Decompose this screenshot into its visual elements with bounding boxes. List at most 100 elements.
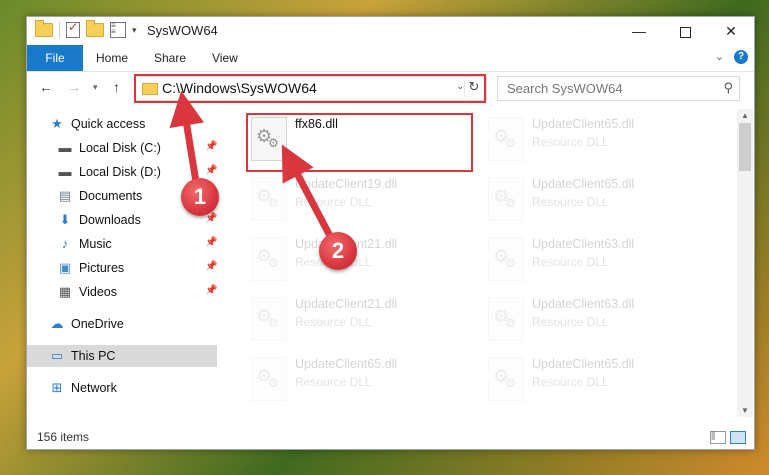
file-type: Resource DLL <box>295 375 372 389</box>
pin-icon[interactable]: 📌 <box>205 237 217 248</box>
nav-label: Network <box>71 381 117 395</box>
tab-view[interactable]: View <box>198 45 252 71</box>
download-icon: ⬇ <box>59 212 71 227</box>
computer-icon: ▭ <box>50 348 64 363</box>
file-type: Resource DLL <box>532 135 609 149</box>
dll-file-icon <box>251 117 287 161</box>
new-folder-icon[interactable] <box>86 20 104 37</box>
folder-icon <box>35 20 53 37</box>
pin-icon[interactable]: 📌 <box>205 141 217 152</box>
nav-label: Local Disk (D:) <box>79 165 161 179</box>
cloud-icon: ☁ <box>50 316 64 331</box>
search-icon[interactable]: ⚲ <box>723 80 733 96</box>
nav-this-pc[interactable]: ▭ This PC <box>27 345 217 367</box>
file-item[interactable]: UpdateClient63.dll Resource DLL <box>484 233 704 285</box>
drive-icon: ▬ <box>58 140 72 155</box>
maximize-icon <box>679 26 691 38</box>
recent-locations-chevron-icon[interactable]: ▾ <box>93 82 98 93</box>
properties-icon[interactable]: ≡ ≡ <box>110 22 126 38</box>
nav-label: This PC <box>71 349 116 363</box>
file-name: UpdateClient19.dll <box>295 177 398 191</box>
file-list: ffx86.dll UpdateClient65.dll Resource DL… <box>227 109 735 409</box>
file-item-ffx86[interactable]: ffx86.dll <box>247 113 467 165</box>
video-icon: ▦ <box>58 284 72 299</box>
tab-file[interactable]: File <box>27 45 83 71</box>
dll-file-icon <box>251 297 287 341</box>
dll-file-icon <box>488 117 524 161</box>
file-type: Resource DLL <box>532 315 609 329</box>
file-item[interactable]: UpdateClient65.dll Resource DLL <box>247 353 467 405</box>
toolbar-separator <box>59 22 60 38</box>
up-arrow-icon[interactable]: ↑ <box>113 79 120 95</box>
navigation-row: ← → ▾ ↑ C:\Windows\SysWOW64 ⌄ ↻ Search S… <box>27 72 754 104</box>
file-item[interactable]: UpdateClient21.dll Resource DLL <box>247 233 467 285</box>
nav-label: Documents <box>79 189 143 203</box>
file-type: Resource DLL <box>532 195 609 209</box>
file-item[interactable]: UpdateClient63.dll Resource DLL <box>484 293 704 345</box>
search-input[interactable]: Search SysWOW64 ⚲ <box>497 76 740 101</box>
scrollbar-thumb[interactable] <box>739 123 751 171</box>
minimize-button[interactable]: — <box>616 17 662 45</box>
nav-quick-access[interactable]: ★ Quick access <box>49 113 145 135</box>
file-item[interactable]: UpdateClient21.dll Resource DLL <box>247 293 467 345</box>
dll-file-icon <box>488 177 524 221</box>
nav-label: Pictures <box>79 261 125 275</box>
pin-icon[interactable]: 📌 <box>205 285 217 296</box>
file-name: UpdateClient65.dll <box>532 177 635 191</box>
properties-check-icon[interactable] <box>66 20 80 38</box>
search-placeholder: Search SysWOW64 <box>507 81 623 96</box>
dll-file-icon <box>488 237 524 281</box>
customize-toolbar-chevron-icon[interactable]: ▾ <box>132 25 137 36</box>
nav-videos[interactable]: ▦ Videos <box>57 281 117 303</box>
nav-label: Videos <box>79 285 117 299</box>
file-name: UpdateClient65.dll <box>295 357 398 371</box>
pin-icon[interactable]: 📌 <box>205 261 217 272</box>
nav-label: Local Disk (C:) <box>79 141 161 155</box>
file-item[interactable]: UpdateClient19.dll Resource DLL <box>247 173 467 225</box>
back-arrow-icon[interactable]: ← <box>39 79 53 95</box>
maximize-button[interactable] <box>662 17 708 45</box>
nav-onedrive[interactable]: ☁ OneDrive <box>49 313 124 335</box>
folder-icon <box>142 83 158 95</box>
document-icon: ▤ <box>58 188 72 203</box>
nav-pictures[interactable]: ▣ Pictures <box>57 257 124 279</box>
address-path[interactable]: C:\Windows\SysWOW64 <box>162 80 317 96</box>
file-item[interactable]: UpdateClient65.dll Resource DLL <box>484 173 704 225</box>
nav-documents[interactable]: ▤ Documents <box>57 185 142 207</box>
expand-ribbon-chevron-icon[interactable]: ⌄ <box>715 50 724 63</box>
step-1-badge: 1 <box>181 178 219 216</box>
address-history-chevron-icon[interactable]: ⌄ <box>456 81 464 92</box>
file-type: Resource DLL <box>295 195 372 209</box>
star-icon: ★ <box>51 116 63 131</box>
details-view-icon[interactable]: ≡ ≡ ≡ <box>710 430 726 444</box>
file-name: UpdateClient65.dll <box>532 117 635 131</box>
large-icons-view-icon[interactable] <box>730 431 746 444</box>
dll-file-icon <box>488 297 524 341</box>
file-name: UpdateClient63.dll <box>532 297 635 311</box>
status-bar: 156 items ≡ ≡ ≡ <box>27 425 754 449</box>
nav-label: Downloads <box>79 213 141 227</box>
scroll-down-icon[interactable]: ▼ <box>741 406 749 415</box>
nav-downloads[interactable]: ⬇ Downloads <box>57 209 141 231</box>
file-item[interactable]: UpdateClient65.dll Resource DLL <box>484 113 704 165</box>
title-bar: ≡≡ ▾ SysWOW64 — ✕ <box>27 17 754 45</box>
nav-local-disk-d[interactable]: ▬ Local Disk (D:) <box>57 161 161 183</box>
nav-local-disk-c[interactable]: ▬ Local Disk (C:) <box>57 137 161 159</box>
navigation-pane: ★ Quick access ▬ Local Disk (C:) 📌 ▬ Local … <box>27 111 219 411</box>
close-button[interactable]: ✕ <box>708 17 754 45</box>
dll-file-icon <box>488 357 524 401</box>
address-bar[interactable]: C:\Windows\SysWOW64 ⌄ ↻ <box>135 76 487 101</box>
scroll-up-icon[interactable]: ▲ <box>741 111 749 120</box>
pin-icon[interactable]: 📌 <box>205 165 217 176</box>
tab-home[interactable]: Home <box>82 45 142 71</box>
tab-share[interactable]: Share <box>140 45 200 71</box>
refresh-icon[interactable]: ↻ <box>464 79 483 97</box>
nav-network[interactable]: ⊞ Network <box>49 377 117 399</box>
file-name: UpdateClient21.dll <box>295 297 398 311</box>
nav-music[interactable]: ♪ Music <box>57 233 112 255</box>
help-icon[interactable]: ? <box>734 50 748 64</box>
forward-arrow-icon[interactable]: → <box>67 79 81 95</box>
window-title: SysWOW64 <box>147 23 218 38</box>
file-item[interactable]: UpdateClient65.dll Resource DLL <box>484 353 704 405</box>
vertical-scrollbar[interactable]: ▲ ▼ <box>737 109 753 417</box>
